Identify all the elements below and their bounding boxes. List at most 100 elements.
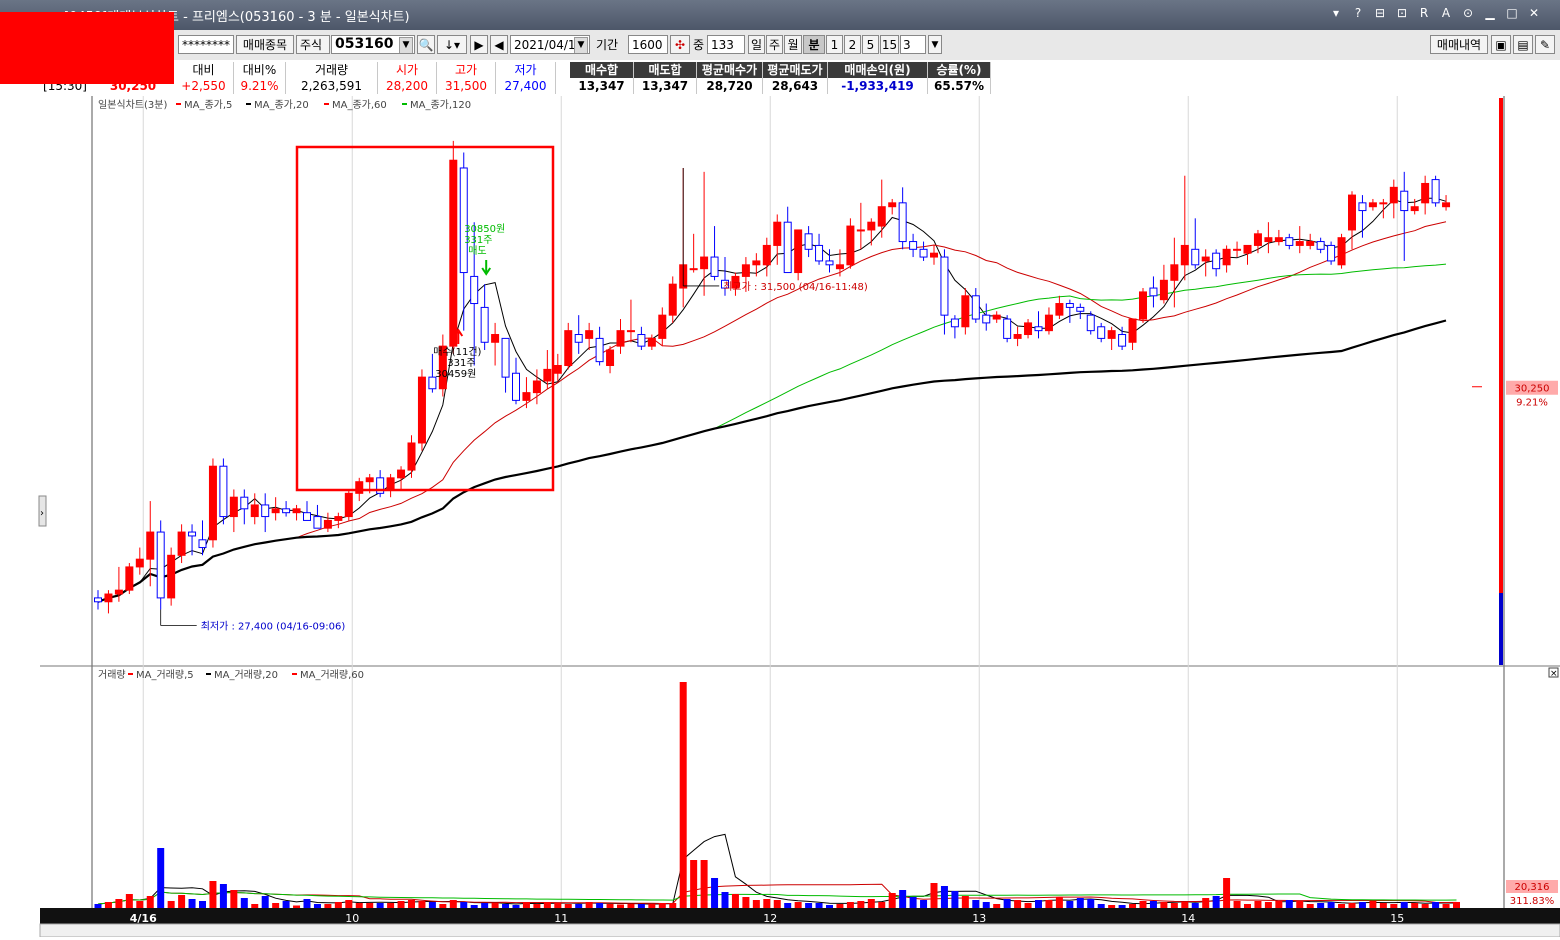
volume-bar [1055,897,1063,908]
screenshot-icon[interactable]: ▣ [1491,35,1511,54]
candle-body [1159,279,1168,301]
volume-bar [418,901,426,908]
link-icon[interactable]: ⊟ [1372,5,1388,21]
candle-body [208,465,217,541]
chevron-down-icon[interactable]: ▼ [399,37,413,53]
volume-bar [1338,904,1346,908]
period-button-2[interactable]: 월 [784,35,802,54]
close-icon[interactable]: ✕ [1526,5,1542,21]
period-button-6[interactable]: 5 [862,35,879,54]
titlebar-controls: ▾ ? ⊟ ⊡ R A ⊙ ▁ □ ✕ [1328,5,1542,21]
search-icon[interactable]: 🔍 [417,35,435,54]
candle-body [355,481,364,494]
period-button-8[interactable]: 3 [900,35,926,54]
minimize-icon[interactable]: ▁ [1482,5,1498,21]
candle-body [982,314,991,324]
pin-icon[interactable]: ⊙ [1460,5,1476,21]
volume-bar [1149,901,1157,908]
x-tick-4: 13 [972,912,986,925]
info-header-5: 저가 [496,62,556,78]
candle-body [1222,248,1231,266]
period-button-4[interactable]: 1 [826,35,843,54]
cross-icon[interactable]: ✣ [670,35,690,54]
prev-icon[interactable]: ◀ [490,35,508,54]
font-icon[interactable]: A [1438,5,1454,21]
period-button-5[interactable]: 2 [844,35,861,54]
info-value-6: 13,347 [570,78,634,94]
candle-body [1274,237,1283,243]
candle-body [1212,252,1221,270]
chart-area[interactable]: › 일본식차트(3분) MA_종가,5 MA_종가,20 MA_종가,60 MA_종가,… [0,96,1560,938]
candle-body [574,334,583,343]
sort-icon[interactable]: ↓▾ [437,35,467,54]
scroll-indicator-blue[interactable] [1499,593,1503,665]
candle-body [700,256,709,270]
wrench-icon[interactable]: ✎ [1535,35,1555,54]
date-input[interactable]: 2021/04/16 ▼ [510,35,590,54]
next-icon[interactable]: ▶ [470,35,488,54]
date-value: 2021/04/16 [514,38,584,52]
volume-bar [136,901,144,908]
volume-bar [1139,901,1147,908]
candle-body [647,337,656,347]
trade-items-button[interactable]: 매매종목 [236,35,294,54]
stock-code-value: 053160 [335,36,394,52]
chevron-down-icon[interactable]: ▼ [928,35,942,54]
x-tick-3: 12 [763,912,777,925]
candle-body [114,589,123,595]
info-header-4: 고가 [437,62,496,78]
candle-body [1389,186,1398,204]
chart-svg[interactable]: › 일본식차트(3분) MA_종가,5 MA_종가,20 MA_종가,60 MA_종가,… [0,96,1560,938]
candle-body [491,334,500,343]
save-icon[interactable]: ▤ [1513,35,1533,54]
candle-body [564,330,573,367]
volume-bar [1014,900,1022,908]
candle-body [449,159,458,347]
candle-body [156,531,165,599]
refresh-icon[interactable]: R [1416,5,1432,21]
period-button-1[interactable]: 주 [766,35,783,54]
candle-body [1107,330,1116,339]
password-field[interactable]: ******** [178,35,234,54]
period-button-3[interactable]: 분 [803,35,825,54]
candle-body [1118,334,1127,347]
candle-body [229,496,238,518]
sell-annotation-2: 매도 [468,245,486,257]
expand-icon[interactable]: ▾ [1328,5,1344,21]
candle-body [365,477,374,483]
info-value-9: 28,643 [763,78,828,94]
volume-bar [878,902,886,908]
volume-bar [721,892,729,908]
close-icon[interactable]: × [1550,669,1558,679]
trade-history-button[interactable]: 매매내역 [1430,35,1488,54]
info-value-5: 27,400 [496,78,556,94]
chevron-right-icon[interactable]: › [40,508,44,519]
volume-bar [784,903,792,908]
candle-body [825,260,834,266]
volume-bar [940,886,948,908]
volume-bar [1285,900,1293,908]
candle-body [877,206,886,227]
maximize-icon[interactable]: □ [1504,5,1520,21]
volume-bar [1045,900,1053,908]
candle-body [1348,194,1356,231]
count-input[interactable]: 133 [707,35,745,54]
calendar-dropdown-icon[interactable]: ▼ [574,37,588,53]
market-select[interactable]: 주식 [296,35,330,54]
scroll-indicator-red[interactable] [1499,98,1503,665]
volume-bar [1411,903,1419,908]
info-value-10: -1,933,419 [828,78,928,94]
stock-code-input[interactable]: 053160 ▼ [331,35,415,54]
volume-bar [648,904,656,908]
volume-bar [449,900,457,908]
layout-icon[interactable]: ⊡ [1394,5,1410,21]
x-tick-2: 11 [554,912,568,925]
period-button-0[interactable]: 일 [748,35,765,54]
candle-body [261,504,270,518]
horizontal-scrollbar[interactable] [39,923,1560,938]
price-legend-item-4: MA_종가,120 [410,99,471,111]
period-button-7[interactable]: 15 [880,35,899,54]
candle-body [1253,233,1262,246]
period-input[interactable]: 1600 [628,35,668,54]
help-icon[interactable]: ? [1350,5,1366,21]
